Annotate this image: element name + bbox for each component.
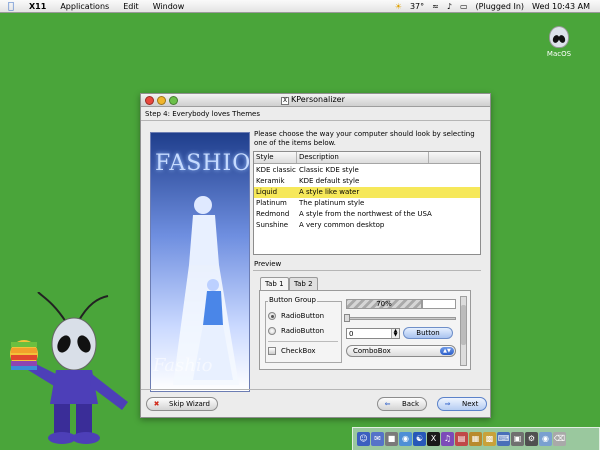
chevron-down-icon: ▲▼: [440, 347, 454, 355]
column-divider: [428, 152, 429, 163]
divider: [141, 389, 490, 390]
preview-tab-pane: Button Group RadioButton RadioButton Che…: [259, 290, 471, 370]
divider: [268, 341, 338, 342]
list-item[interactable]: Platinum The platinum style: [254, 198, 480, 209]
menubar:  X11 Applications Edit Window ☀ 37° ≈ ♪…: [0, 0, 600, 13]
arrow-right-icon: ⇒: [444, 400, 451, 408]
iphoto-icon[interactable]: ▦: [469, 432, 482, 446]
zoom-window-icon[interactable]: [169, 96, 178, 105]
volume-icon[interactable]: ♪: [443, 2, 456, 11]
wifi-icon[interactable]: ≈: [428, 2, 443, 11]
alien-drive-icon: [549, 26, 569, 48]
library-icon[interactable]: ▩: [483, 432, 496, 446]
checkbox-icon: [268, 347, 276, 355]
preview-label: Preview: [254, 260, 282, 268]
step-label: Step 4: Everybody loves Themes: [145, 110, 260, 118]
checkbox[interactable]: CheckBox: [268, 347, 338, 357]
radio-on-icon: [268, 312, 276, 320]
next-button[interactable]: ⇒ Next: [437, 397, 487, 411]
menu-edit[interactable]: Edit: [116, 2, 146, 11]
radio-button-2[interactable]: RadioButton: [268, 327, 338, 337]
theme-preview-image: FASHION Fashio: [150, 132, 250, 392]
tab-2[interactable]: Tab 2: [289, 277, 318, 290]
list-item[interactable]: Redmond A style from the northwest of the…: [254, 209, 480, 220]
preview-icon[interactable]: ◉: [539, 432, 552, 446]
close-x-icon: ✖: [153, 400, 160, 408]
list-item[interactable]: Sunshine A very common desktop: [254, 220, 480, 231]
column-divider: [296, 152, 297, 163]
menubar-clock[interactable]: Wed 10:43 AM: [528, 2, 594, 11]
spin-box[interactable]: 0 ▲ ▼: [346, 328, 400, 339]
x11-icon[interactable]: X: [427, 432, 440, 446]
list-item[interactable]: Keramik KDE default style: [254, 176, 480, 187]
terminal-icon[interactable]: ⌨: [497, 432, 510, 446]
weather-sun-icon[interactable]: ☀: [391, 2, 406, 11]
system-icon[interactable]: ⚙: [525, 432, 538, 446]
divider: [253, 270, 481, 271]
window-titlebar[interactable]: X KPersonalizer: [141, 94, 490, 107]
ical-icon[interactable]: ▤: [455, 432, 468, 446]
x11-app-icon: X: [281, 97, 289, 105]
progress-bar: 70%: [346, 299, 422, 309]
list-header: Style Description: [254, 152, 480, 164]
ichat-icon[interactable]: ◉: [399, 432, 412, 446]
combo-box[interactable]: ComboBox ▲▼: [346, 345, 456, 357]
battery-status: (Plugged In): [475, 1, 525, 11]
minimize-window-icon[interactable]: [157, 96, 166, 105]
vertical-scrollbar[interactable]: [460, 296, 467, 366]
apple-menu-icon[interactable]: : [0, 1, 22, 12]
kpersonalizer-window: X KPersonalizer Step 4: Everybody loves T…: [140, 93, 491, 418]
skip-wizard-button[interactable]: ✖ Skip Wizard: [146, 397, 218, 411]
scrollbar-thumb[interactable]: [461, 305, 466, 345]
dock: ☺ ✉ ■ ◉ ☯ X ♫ ▤ ▦ ▩ ⌨ ▣ ⚙ ◉ ⌫: [352, 427, 600, 450]
tab-1[interactable]: Tab 1: [260, 277, 289, 290]
button-group-label: Button Group: [268, 296, 317, 304]
menu-applications[interactable]: Applications: [53, 2, 116, 11]
alien-mascot-image: [10, 292, 128, 444]
menu-x11[interactable]: X11: [22, 2, 53, 11]
style-list[interactable]: Style Description KDE classic Classic KDE…: [253, 151, 481, 255]
image-caption-text: Fashio: [153, 355, 213, 376]
desktop-icon-macos[interactable]: MacOS: [544, 26, 574, 58]
slider-handle[interactable]: [344, 314, 350, 322]
temperature-text: 37°: [409, 1, 425, 11]
battery-icon[interactable]: ▭: [456, 2, 472, 11]
radio-off-icon: [268, 327, 276, 335]
column-header-description[interactable]: Description: [299, 153, 339, 161]
browser-globe-icon[interactable]: ☯: [413, 432, 426, 446]
finder-icon[interactable]: ☺: [357, 432, 370, 446]
mail-icon[interactable]: ✉: [371, 432, 384, 446]
column-header-style[interactable]: Style: [256, 153, 274, 161]
app-icon[interactable]: ■: [385, 432, 398, 446]
list-item-selected[interactable]: Liquid A style like water: [254, 187, 480, 198]
itunes-icon[interactable]: ♫: [441, 432, 454, 446]
instruction-text: Please choose the way your computer shou…: [254, 130, 475, 147]
image-title-text: FASHION: [155, 151, 250, 176]
desktop-icon-label: MacOS: [546, 50, 572, 58]
divider: [141, 120, 490, 121]
progress-bar-remaining: [422, 299, 456, 309]
radio-button-1[interactable]: RadioButton: [268, 312, 338, 322]
dashboard-icon[interactable]: ▣: [511, 432, 524, 446]
window-title: KPersonalizer: [291, 95, 345, 104]
spin-arrows-icon[interactable]: ▲ ▼: [391, 329, 399, 338]
close-window-icon[interactable]: [145, 96, 154, 105]
list-item[interactable]: KDE classic Classic KDE style: [254, 165, 480, 176]
back-button[interactable]: ⇐ Back: [377, 397, 427, 411]
preview-button[interactable]: Button: [403, 327, 453, 339]
menu-window[interactable]: Window: [146, 2, 192, 11]
slider-track[interactable]: [346, 317, 456, 320]
trash-icon[interactable]: ⌫: [553, 432, 566, 446]
arrow-left-icon: ⇐: [384, 400, 391, 408]
